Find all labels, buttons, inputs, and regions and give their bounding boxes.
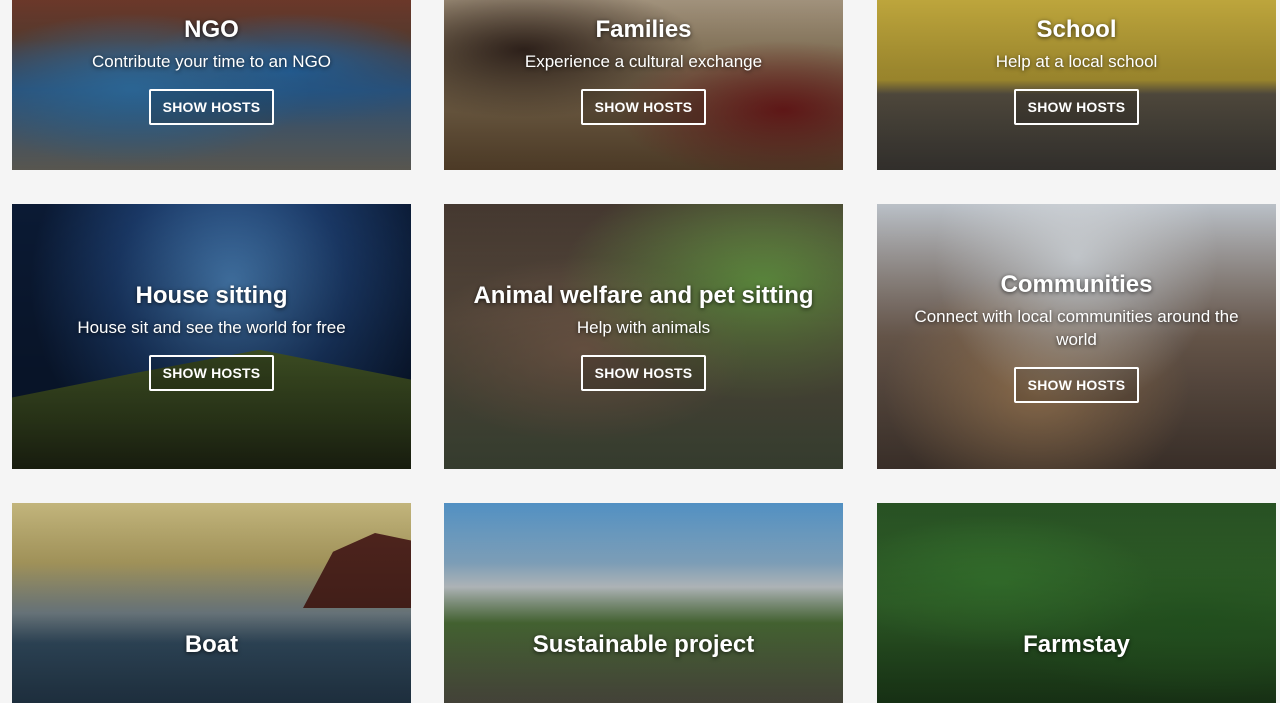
category-card-families[interactable]: Families Experience a cultural exchange …: [444, 0, 843, 170]
card-content: Animal welfare and pet sitting Help with…: [444, 204, 843, 469]
card-content: NGO Contribute your time to an NGO SHOW …: [12, 0, 411, 170]
show-hosts-button[interactable]: SHOW HOSTS: [580, 355, 707, 391]
card-title: Sustainable project: [532, 631, 755, 658]
card-title: House sitting: [135, 282, 288, 309]
card-subtitle: Help with animals: [576, 318, 711, 337]
show-hosts-button[interactable]: SHOW HOSTS: [580, 88, 707, 125]
card-subtitle: Contribute your time to an NGO: [91, 51, 332, 71]
card-subtitle: Help at a local school: [995, 51, 1158, 71]
card-content: Families Experience a cultural exchange …: [444, 0, 843, 170]
category-card-boat[interactable]: Boat: [12, 503, 411, 703]
show-hosts-button[interactable]: SHOW HOSTS: [148, 88, 275, 125]
card-title: Boat: [184, 631, 239, 658]
card-title: School: [1036, 15, 1117, 43]
show-hosts-button[interactable]: SHOW HOSTS: [1013, 366, 1140, 403]
card-content: House sitting House sit and see the worl…: [12, 204, 411, 469]
card-content: Sustainable project: [444, 503, 843, 703]
card-subtitle: Experience a cultural exchange: [524, 51, 763, 71]
category-card-farmstay[interactable]: Farmstay: [877, 503, 1276, 703]
category-card-animal-welfare[interactable]: Animal welfare and pet sitting Help with…: [444, 204, 843, 469]
card-content: Communities Connect with local communiti…: [877, 204, 1276, 469]
category-card-house-sitting[interactable]: House sitting House sit and see the worl…: [12, 204, 411, 469]
card-content: School Help at a local school SHOW HOSTS: [877, 0, 1276, 170]
card-content: Boat: [12, 503, 411, 703]
card-title: Families: [595, 15, 692, 43]
card-subtitle: House sit and see the world for free: [77, 318, 346, 337]
card-title: Communities: [1000, 270, 1153, 298]
category-card-ngo[interactable]: NGO Contribute your time to an NGO SHOW …: [12, 0, 411, 170]
category-card-sustainable-project[interactable]: Sustainable project: [444, 503, 843, 703]
category-card-school[interactable]: School Help at a local school SHOW HOSTS: [877, 0, 1276, 170]
card-subtitle: Connect with local communities around th…: [914, 306, 1239, 349]
card-title: Animal welfare and pet sitting: [473, 282, 814, 309]
show-hosts-button[interactable]: SHOW HOSTS: [1013, 88, 1140, 125]
show-hosts-button[interactable]: SHOW HOSTS: [148, 355, 275, 391]
category-card-communities[interactable]: Communities Connect with local communiti…: [877, 204, 1276, 469]
card-title: NGO: [184, 15, 239, 43]
card-title: Farmstay: [1023, 631, 1130, 658]
card-content: Farmstay: [877, 503, 1276, 703]
